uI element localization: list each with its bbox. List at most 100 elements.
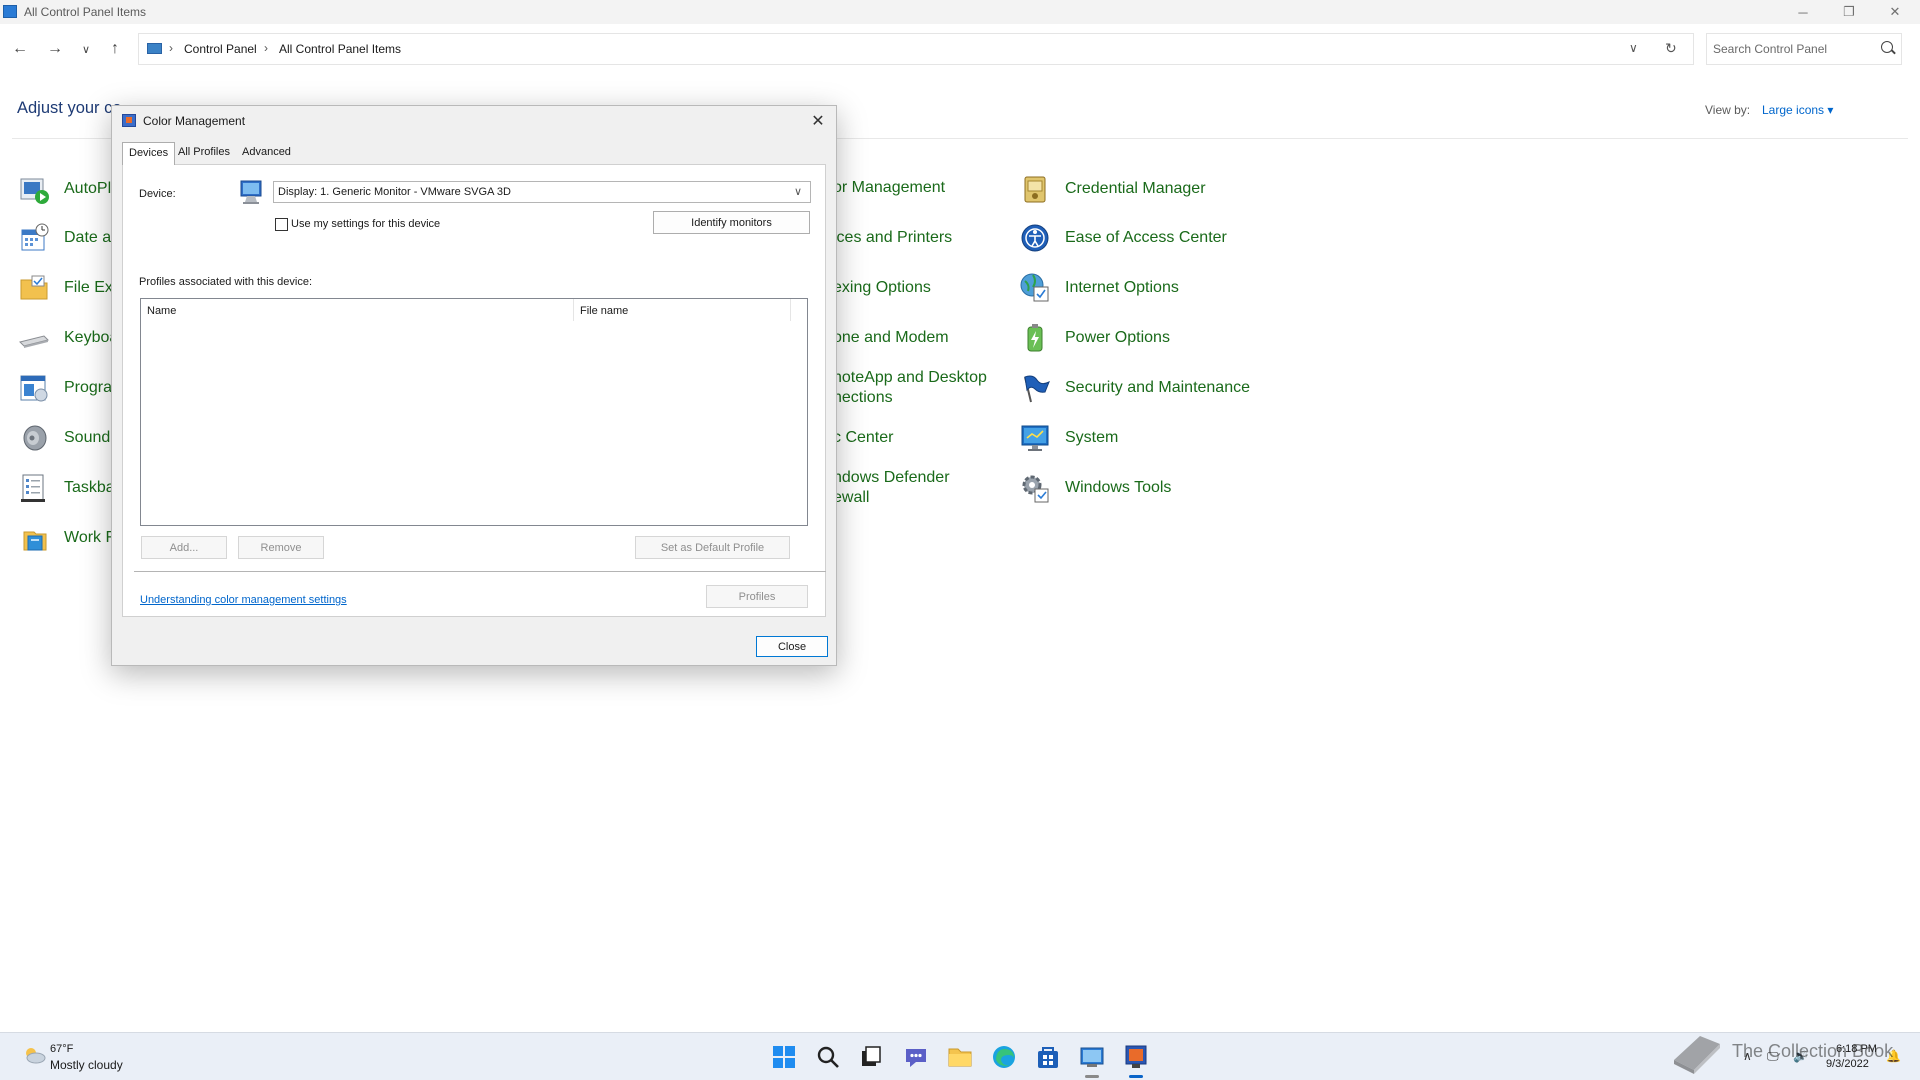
restore-icon: ❐ <box>1843 4 1855 19</box>
search-icon[interactable] <box>1881 41 1893 53</box>
cp-item-file-explorer[interactable]: File Exp <box>18 268 122 308</box>
identify-monitors-button[interactable]: Identify monitors <box>653 211 810 234</box>
weather-condition[interactable]: Mostly cloudy <box>50 1058 123 1072</box>
cp-item-keyboard[interactable]: Keyboa <box>18 318 118 358</box>
flag-icon <box>1024 375 1050 403</box>
folder-icon <box>20 275 48 300</box>
cp-item-date-time[interactable]: Date ar <box>18 218 116 258</box>
remove-profile-button[interactable]: Remove <box>238 536 324 559</box>
cp-item-security-maintenance[interactable]: Security and Maintenance <box>1019 368 1250 408</box>
set-default-profile-button[interactable]: Set as Default Profile <box>635 536 790 559</box>
cp-item-devices-printers[interactable]: ices and Printers <box>833 228 952 248</box>
forward-arrow-icon: → <box>47 40 63 57</box>
ease-of-access-icon <box>1021 224 1049 252</box>
address-bar[interactable]: › Control Panel › All Control Panel Item… <box>138 33 1694 65</box>
dialog-close-button[interactable]: ✕ <box>804 108 832 134</box>
add-profile-button[interactable]: Add... <box>141 536 227 559</box>
profiles-list[interactable]: Name File name <box>140 298 808 526</box>
cp-item-sound[interactable]: Sound <box>18 418 110 458</box>
monitor-icon <box>240 180 262 204</box>
cp-item-work-folders[interactable]: Work F <box>18 518 115 558</box>
autoplay-icon <box>20 178 49 204</box>
cp-item-remoteapp[interactable]: noteApp and Desktop <box>833 368 987 388</box>
cp-item-label: Power Options <box>1065 329 1170 346</box>
navigation-bar: ← → ∨ ↑ › Control Panel › All Control Pa… <box>0 24 1920 72</box>
edge-icon[interactable] <box>990 1043 1018 1071</box>
gear-icon <box>1022 475 1049 503</box>
back-arrow-icon: ← <box>12 40 28 57</box>
view-by-dropdown[interactable]: Large icons ▾ <box>1762 103 1833 117</box>
store-icon[interactable] <box>1034 1043 1062 1071</box>
search-icon[interactable] <box>814 1043 842 1071</box>
tab-advanced[interactable]: Advanced <box>236 142 297 164</box>
control-panel-icon <box>3 5 17 18</box>
use-my-settings-label[interactable]: Use my settings for this device <box>291 218 440 230</box>
cp-item-taskbar[interactable]: Taskbar <box>18 468 120 508</box>
cp-item-label: Credential Manager <box>1065 180 1206 197</box>
work-folders-icon <box>23 531 47 551</box>
tab-all-profiles[interactable]: All Profiles <box>172 142 236 164</box>
file-explorer-icon[interactable] <box>946 1043 974 1071</box>
forward-button[interactable]: → <box>44 38 66 60</box>
weather-temperature[interactable]: 67°F <box>50 1043 73 1055</box>
internet-options-icon <box>1020 273 1049 302</box>
cp-item-firewall-line2[interactable]: ewall <box>833 488 869 508</box>
cp-item-indexing-options[interactable]: exing Options <box>833 278 931 298</box>
cp-item-sync-center[interactable]: c Center <box>833 428 893 448</box>
cp-item-remoteapp-line2[interactable]: nections <box>833 388 893 408</box>
control-panel-icon[interactable] <box>1078 1043 1106 1071</box>
watermark: The Collection Book <box>1670 1028 1910 1078</box>
book-icon <box>1674 1036 1720 1074</box>
tab-devices[interactable]: Devices <box>122 142 176 165</box>
cp-item-label: Security and Maintenance <box>1065 379 1250 396</box>
chevron-down-icon: ∨ <box>794 186 803 198</box>
column-header-file-name[interactable]: File name <box>574 299 791 321</box>
refresh-icon[interactable]: ↻ <box>1665 40 1677 57</box>
chevron-down-icon: ∨ <box>81 43 91 56</box>
close-window-button[interactable]: ✕ <box>1872 0 1918 24</box>
cp-item-system[interactable]: System <box>1019 418 1118 458</box>
breadcrumb-all-items[interactable]: All Control Panel Items <box>279 42 401 56</box>
cp-item-firewall[interactable]: ndows Defender <box>833 468 950 488</box>
cp-item-phone-modem[interactable]: one and Modem <box>833 328 949 348</box>
minimize-button[interactable]: ─ <box>1780 0 1826 24</box>
chat-icon[interactable] <box>902 1043 930 1071</box>
cp-item-windows-tools[interactable]: Windows Tools <box>1019 468 1171 508</box>
restore-button[interactable]: ❐ <box>1826 0 1872 24</box>
dialog-title: Color Management <box>143 114 246 128</box>
device-select-value: Display: 1. Generic Monitor - VMware SVG… <box>278 186 511 198</box>
watermark-text: The Collection Book <box>1732 1041 1894 1061</box>
cp-item-programs[interactable]: Prograr <box>18 368 117 408</box>
color-management-icon[interactable] <box>1122 1043 1150 1071</box>
cp-item-label: Date ar <box>64 229 117 246</box>
recent-locations-button[interactable]: ∨ <box>75 38 97 60</box>
cp-item-label: System <box>1065 429 1119 446</box>
weather-cloudy-icon[interactable] <box>22 1045 46 1065</box>
device-label: Device: <box>139 188 176 200</box>
cp-item-label: Sound <box>64 429 111 446</box>
profiles-button[interactable]: Profiles <box>706 585 808 608</box>
breadcrumb-control-panel[interactable]: Control Panel <box>184 42 257 56</box>
use-my-settings-checkbox[interactable] <box>275 218 288 231</box>
device-select[interactable]: Display: 1. Generic Monitor - VMware SVG… <box>273 181 811 203</box>
understanding-color-management-link[interactable]: Understanding color management settings <box>140 594 347 606</box>
search-input[interactable] <box>1713 40 1873 58</box>
column-header-name[interactable]: Name <box>141 299 574 321</box>
dialog-titlebar[interactable]: Color Management ✕ <box>112 106 836 136</box>
close-icon: ✕ <box>811 113 825 130</box>
control-panel-icon <box>147 43 162 54</box>
up-button[interactable]: ↑ <box>104 38 126 60</box>
cp-item-ease-of-access[interactable]: Ease of Access Center <box>1019 218 1227 258</box>
start-icon[interactable] <box>770 1043 798 1071</box>
cp-item-power-options[interactable]: Power Options <box>1019 318 1170 358</box>
cp-item-autoplay[interactable]: AutoPla <box>18 169 120 209</box>
cp-item-color-management[interactable]: or Management <box>833 178 945 198</box>
cp-item-internet-options[interactable]: Internet Options <box>1019 268 1179 308</box>
close-button[interactable]: Close <box>756 636 828 657</box>
cp-item-credential-manager[interactable]: Credential Manager <box>1019 169 1206 209</box>
task-view-icon[interactable] <box>857 1043 885 1071</box>
cp-item-label: Work F <box>64 529 116 546</box>
search-box[interactable] <box>1706 33 1902 65</box>
back-button[interactable]: ← <box>9 38 31 60</box>
address-history-button[interactable]: ∨ <box>1629 41 1638 55</box>
